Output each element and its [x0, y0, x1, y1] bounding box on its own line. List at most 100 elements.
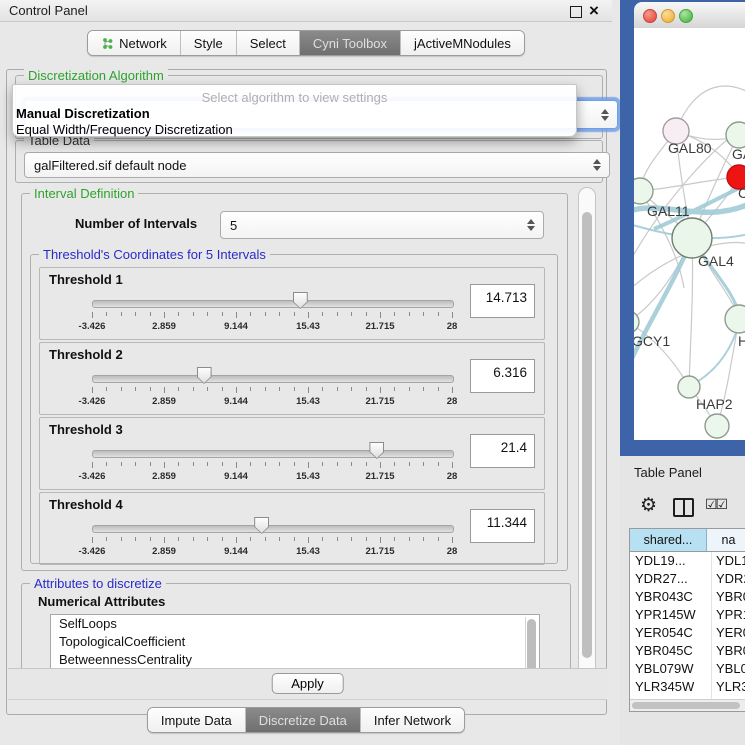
- threshold-slider-track[interactable]: [92, 525, 454, 533]
- table-header-name[interactable]: na: [707, 529, 745, 551]
- table-data-combobox[interactable]: galFiltered.sif default node: [24, 152, 610, 178]
- table-row[interactable]: YPR145WYPR1: [630, 606, 745, 624]
- threshold-value-field[interactable]: 6.316: [470, 359, 535, 393]
- list-scrollbar[interactable]: [525, 617, 537, 668]
- threshold-panel: Threshold 3 -3.4262.8599.14415.4321.7152…: [39, 417, 545, 490]
- network-node[interactable]: [672, 218, 712, 258]
- threshold-slider-track[interactable]: [92, 300, 454, 308]
- threshold-panel: Threshold 1 -3.4262.8599.14415.4321.7152…: [39, 267, 545, 340]
- control-panel-tabs: NetworkStyleSelectCyni ToolboxjActiveMNo…: [0, 30, 612, 56]
- threshold-slider-track[interactable]: [92, 375, 454, 383]
- thresholds-group-title: Threshold's Coordinates for 5 Intervals: [39, 247, 270, 262]
- threshold-value-field[interactable]: 21.4: [470, 434, 535, 468]
- node-attribute-table[interactable]: shared... na YDL19...YDL1YDR27...YDR2YBR…: [629, 528, 745, 712]
- threshold-value-field[interactable]: 14.713: [470, 284, 535, 318]
- attributes-group: Attributes to discretize Numerical Attri…: [21, 583, 571, 668]
- table-hscrollbar[interactable]: [630, 699, 745, 711]
- tab-select[interactable]: Select: [236, 31, 299, 55]
- attribute-list-item[interactable]: BetweennessCentrality: [51, 651, 539, 668]
- threshold-value-field[interactable]: 11.344: [470, 509, 535, 543]
- threshold-label: Threshold 1: [49, 272, 123, 287]
- cyni-toolbox-panel: Discretization Algorithm Table Data galF…: [6, 69, 607, 715]
- num-intervals-value: 5: [230, 218, 237, 233]
- slider-tick-label: 28: [422, 321, 482, 332]
- close-panel-button[interactable]: ×: [589, 0, 599, 22]
- tab-network[interactable]: Network: [88, 31, 180, 55]
- num-intervals-combobox[interactable]: 5: [220, 211, 544, 239]
- network-node[interactable]: [705, 414, 729, 438]
- slider-tick-label: 15.43: [278, 471, 338, 482]
- network-node-label: C: [738, 185, 745, 201]
- interval-definition-group: Interval Definition Number of Intervals …: [21, 193, 568, 571]
- network-node-label: GAL4: [698, 253, 734, 269]
- slider-tick-label: -3.426: [62, 546, 122, 557]
- combo-arrows-icon: [593, 159, 601, 171]
- split-view-icon[interactable]: [673, 498, 694, 517]
- table-data-combo-value: galFiltered.sif default node: [34, 158, 186, 173]
- network-icon: [101, 37, 114, 50]
- network-node[interactable]: [726, 122, 745, 148]
- slider-tick-label: 28: [422, 471, 482, 482]
- slider-tick-label: 21.715: [350, 546, 410, 557]
- panel-scrollbar-thumb[interactable]: [582, 212, 592, 658]
- table-row[interactable]: YLR345WYLR3: [630, 678, 745, 696]
- network-node[interactable]: [634, 178, 653, 204]
- attributes-group-title: Attributes to discretize: [30, 576, 166, 591]
- checkbox-icons[interactable]: ☑☑: [705, 496, 726, 513]
- close-window-icon[interactable]: [643, 9, 657, 23]
- num-intervals-label: Number of Intervals: [75, 216, 197, 231]
- tab-jactivemnodules[interactable]: jActiveMNodules: [400, 31, 524, 55]
- dropdown-option-manual[interactable]: Manual Discretization: [16, 106, 150, 121]
- dropdown-option-equal-width[interactable]: Equal Width/Frequency Discretization: [16, 122, 233, 137]
- tab-discretize-data[interactable]: Discretize Data: [245, 708, 360, 732]
- threshold-panel: Threshold 2 -3.4262.8599.14415.4321.7152…: [39, 342, 545, 415]
- tab-style[interactable]: Style: [180, 31, 236, 55]
- panel-scrollbar[interactable]: [578, 187, 596, 698]
- thresholds-group: Threshold's Coordinates for 5 Intervals …: [30, 254, 558, 564]
- table-rows: YDL19...YDL1YDR27...YDR2YBR043CYBR0YPR14…: [630, 552, 745, 700]
- slider-tick-label: 21.715: [350, 471, 410, 482]
- slider-tick-label: 2.859: [134, 396, 194, 407]
- slider-tick-label: 2.859: [134, 321, 194, 332]
- float-window-button[interactable]: [570, 6, 582, 18]
- slider-tick-label: 9.144: [206, 471, 266, 482]
- attribute-list-item[interactable]: TopologicalCoefficient: [51, 633, 539, 651]
- tab-cyni-toolbox[interactable]: Cyni Toolbox: [299, 31, 400, 55]
- table-row[interactable]: YBR045CYBR0: [630, 642, 745, 660]
- table-hscrollbar-thumb[interactable]: [632, 702, 740, 709]
- attr-items: SelfLoopsTopologicalCoefficientBetweenne…: [51, 615, 539, 668]
- discretization-algorithm-title: Discretization Algorithm: [24, 68, 168, 83]
- gear-icon[interactable]: ⚙: [640, 494, 657, 517]
- table-row[interactable]: YDL19...YDL1: [630, 552, 745, 570]
- attribute-list-item[interactable]: SelfLoops: [51, 615, 539, 633]
- numerical-attributes-list[interactable]: SelfLoopsTopologicalCoefficientBetweenne…: [50, 614, 540, 668]
- table-header-shared-name[interactable]: shared...: [630, 529, 707, 551]
- table-panel: Table Panel ⚙ ☑☑ shared... na YDL19...YD…: [620, 456, 745, 745]
- threshold-panel: Threshold 4 -3.4262.8599.14415.4321.7152…: [39, 492, 545, 565]
- slider-tick-label: 15.43: [278, 321, 338, 332]
- network-nodes[interactable]: [634, 118, 745, 438]
- threshold-slider-track[interactable]: [92, 450, 454, 458]
- table-row[interactable]: YDR27...YDR2: [630, 570, 745, 588]
- network-node[interactable]: [725, 305, 745, 333]
- network-window-titlebar[interactable]: [634, 2, 745, 29]
- network-canvas[interactable]: GAL80GACGAL11GAL4HGCY1HAP2: [634, 28, 745, 440]
- network-node-label: GAL11: [647, 203, 690, 219]
- table-row[interactable]: YBR043CYBR0: [630, 588, 745, 606]
- zoom-window-icon[interactable]: [679, 9, 693, 23]
- table-toolbar: ⚙ ☑☑: [629, 492, 745, 524]
- table-row[interactable]: YER054CYER0: [630, 624, 745, 642]
- slider-tick-label: 9.144: [206, 321, 266, 332]
- slider-tick-label: 9.144: [206, 546, 266, 557]
- table-row[interactable]: YBL079WYBL0: [630, 660, 745, 678]
- threshold-label: Threshold 3: [49, 422, 123, 437]
- network-node[interactable]: [678, 376, 700, 398]
- slider-tick-label: 21.715: [350, 321, 410, 332]
- slider-tick-label: 28: [422, 546, 482, 557]
- slider-tick-label: 2.859: [134, 546, 194, 557]
- minimize-window-icon[interactable]: [661, 9, 675, 23]
- network-node-label: H: [738, 333, 745, 349]
- apply-button[interactable]: Apply: [271, 673, 344, 694]
- tab-infer-network[interactable]: Infer Network: [360, 708, 464, 732]
- tab-impute-data[interactable]: Impute Data: [148, 708, 245, 732]
